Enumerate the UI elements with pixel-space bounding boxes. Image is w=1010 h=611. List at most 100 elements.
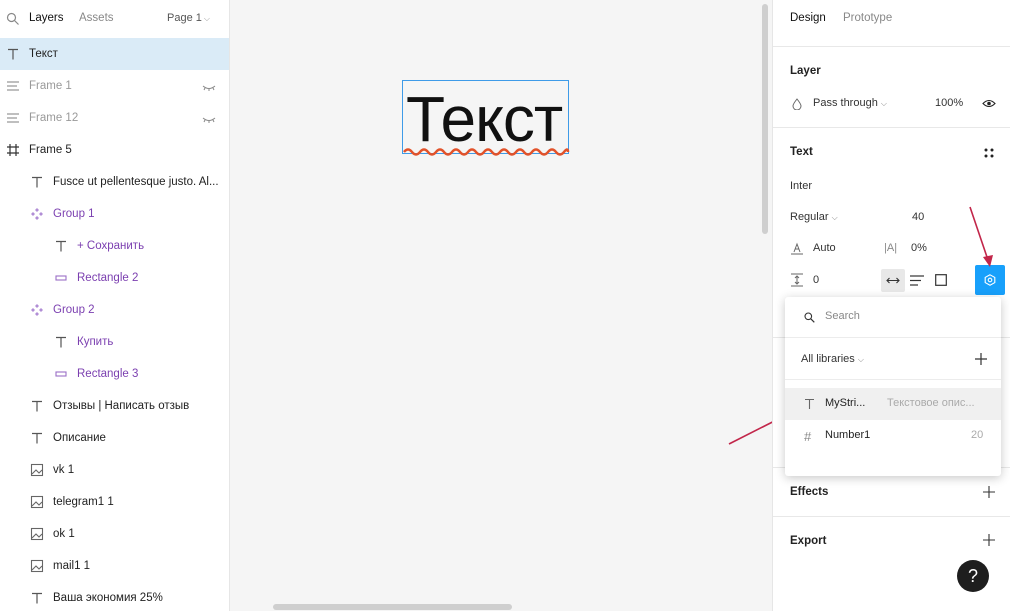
chevron-down-icon: ⌵	[203, 14, 210, 23]
layers-panel-header: Layers Assets Page 1 ⌵	[0, 0, 229, 38]
variable-row[interactable]: # Number1 20	[785, 420, 1001, 452]
add-effect-icon[interactable]	[983, 486, 995, 498]
tab-design[interactable]: Design	[790, 12, 826, 24]
layer-row[interactable]: ok 1	[0, 518, 229, 550]
layer-row[interactable]: Купить	[0, 326, 229, 358]
hidden-eye-icon[interactable]	[202, 115, 216, 123]
text-icon	[30, 591, 44, 605]
layer-label: Group 1	[53, 208, 95, 220]
layer-row[interactable]: Rectangle 2	[0, 262, 229, 294]
fixed-size-icon[interactable]	[935, 274, 947, 286]
layer-label: Fusce ut pellentesque justo. Al...	[53, 176, 219, 188]
font-size-input[interactable]: 40	[912, 211, 924, 223]
variable-name: Number1	[825, 429, 871, 441]
layer-row[interactable]: Frame 5	[0, 134, 229, 166]
layer-label: Отзывы | Написать отзыв	[53, 400, 190, 412]
blend-mode-select[interactable]: Pass through ⌵	[813, 97, 887, 109]
variable-value: Текстовое опис...	[887, 397, 975, 409]
auto-width-icon	[886, 277, 900, 284]
image-icon	[30, 495, 44, 509]
frame-icon	[6, 143, 20, 157]
add-export-icon[interactable]	[983, 534, 995, 546]
component-icon	[30, 303, 44, 317]
library-filter-select[interactable]: All libraries ⌵	[801, 353, 864, 365]
layer-row[interactable]: Ваша экономия 25%	[0, 582, 229, 611]
horizontal-scrollbar[interactable]	[273, 604, 512, 610]
text-styles-icon[interactable]	[984, 148, 994, 158]
layer-label: vk 1	[53, 464, 75, 476]
page-selector-label: Page 1	[167, 12, 202, 24]
tab-layers[interactable]: Layers	[29, 12, 64, 24]
hidden-eye-icon[interactable]	[202, 83, 216, 91]
image-icon	[30, 559, 44, 573]
image-icon	[30, 463, 44, 477]
opacity-value[interactable]: 100%	[935, 97, 963, 109]
paragraph-spacing-input[interactable]: 0	[813, 274, 819, 286]
selected-text-layer[interactable]: Текст	[402, 80, 569, 154]
search-icon	[804, 312, 815, 323]
layer-row[interactable]: + Сохранить	[0, 230, 229, 262]
layer-row[interactable]: Текст	[0, 38, 229, 70]
font-family-select[interactable]: Inter	[790, 180, 812, 192]
layer-row[interactable]: telegram1 1	[0, 486, 229, 518]
layer-row[interactable]: Group 1	[0, 198, 229, 230]
help-button[interactable]: ?	[957, 560, 989, 592]
layer-section: Layer Pass through ⌵ 100%	[773, 47, 1010, 128]
font-weight-select[interactable]: Regular ⌵	[790, 211, 838, 223]
letter-spacing-input[interactable]: 0%	[911, 242, 927, 254]
layer-row[interactable]: Frame 12	[0, 102, 229, 134]
variable-icon	[984, 274, 996, 286]
text-icon	[30, 431, 44, 445]
tab-assets[interactable]: Assets	[79, 12, 114, 24]
search-icon[interactable]	[6, 12, 20, 26]
font-weight-value: Regular	[790, 211, 829, 223]
layer-row[interactable]: Rectangle 3	[0, 358, 229, 390]
divider	[785, 337, 1001, 338]
blend-mode-icon	[792, 98, 802, 110]
canvas[interactable]: Текст	[230, 0, 812, 611]
eye-icon[interactable]	[982, 99, 996, 108]
layer-row[interactable]: Fusce ut pellentesque justo. Al...	[0, 166, 229, 198]
variable-value: 20	[971, 429, 984, 441]
layer-row[interactable]: Group 2	[0, 294, 229, 326]
layer-row[interactable]: Отзывы | Написать отзыв	[0, 390, 229, 422]
layer-label: Ваша экономия 25%	[53, 592, 163, 604]
text-icon	[805, 398, 814, 409]
paragraph-spacing-icon	[791, 273, 803, 287]
page-selector[interactable]: Page 1 ⌵	[167, 12, 210, 24]
effects-section-title: Effects	[790, 486, 829, 498]
spellcheck-underline	[403, 148, 570, 156]
layer-label: ok 1	[53, 528, 75, 540]
add-variable-icon[interactable]	[975, 353, 987, 365]
variable-row[interactable]: MyStri... Текстовое опис...	[785, 388, 1001, 420]
letter-spacing-icon: |A|	[884, 242, 898, 254]
layer-label: Rectangle 2	[77, 272, 139, 284]
layer-label: Group 2	[53, 304, 95, 316]
variable-search-input[interactable]: Search	[825, 310, 860, 322]
layer-label: Текст	[29, 48, 58, 60]
text-icon	[6, 47, 20, 61]
tab-prototype[interactable]: Prototype	[843, 12, 892, 24]
text-align-icon[interactable]	[910, 275, 924, 286]
chevron-down-icon: ⌵	[831, 213, 838, 222]
layer-row[interactable]: mail1 1	[0, 550, 229, 582]
layer-label: Frame 12	[29, 112, 79, 124]
vertical-scrollbar[interactable]	[762, 4, 768, 234]
layer-row[interactable]: vk 1	[0, 454, 229, 486]
layer-row[interactable]: Описание	[0, 422, 229, 454]
layer-label: Описание	[53, 432, 106, 444]
component-icon	[30, 207, 44, 221]
layer-label: + Сохранить	[77, 240, 145, 252]
chevron-down-icon: ⌵	[880, 99, 887, 108]
divider	[785, 379, 1001, 380]
layer-row[interactable]: Frame 1	[0, 70, 229, 102]
line-height-icon	[791, 242, 803, 255]
layers-panel: Layers Assets Page 1 ⌵ Текст Frame 1 Frame …	[0, 0, 230, 611]
chevron-down-icon: ⌵	[857, 355, 864, 364]
line-height-input[interactable]: Auto	[813, 242, 836, 254]
text-icon	[30, 175, 44, 189]
image-icon	[30, 527, 44, 541]
variable-name: MyStri...	[825, 397, 866, 409]
layer-label: Frame 1	[29, 80, 72, 92]
layer-label: telegram1 1	[53, 496, 114, 508]
